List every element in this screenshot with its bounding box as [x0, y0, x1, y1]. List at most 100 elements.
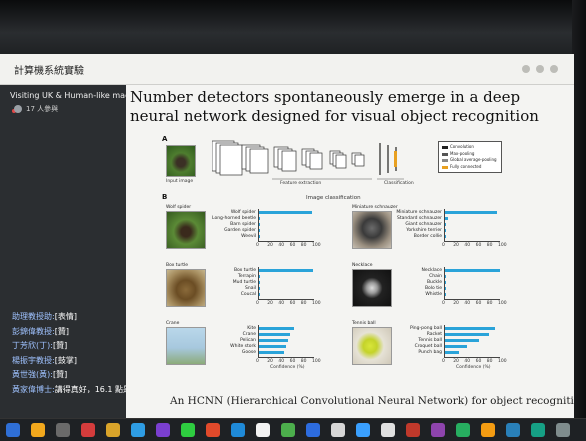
- minimize-button[interactable]: [522, 65, 530, 73]
- taskbar-app-icon[interactable]: [331, 423, 345, 437]
- bar-label: Pelican: [240, 337, 256, 343]
- image-caption: Miniature schnauzer: [352, 205, 398, 210]
- x-tick-label: 0: [442, 359, 445, 364]
- bar-label: Yorkshire terrier: [406, 227, 442, 233]
- taskbar-app-icon[interactable]: [31, 423, 45, 437]
- taskbar-app-icon[interactable]: [556, 423, 570, 437]
- legend: Convolution Max-pooling Global average-poo…: [438, 141, 502, 173]
- bar-label: Miniature schnauzer: [396, 209, 442, 215]
- monitor-bezel-top: [0, 0, 586, 60]
- meeting-panel: Visiting UK & Human-like machine learnin…: [0, 85, 126, 422]
- confidence-bar: [259, 229, 260, 232]
- classified-image: [166, 269, 206, 307]
- chat-message: 彭錦偉教授:[贊]: [12, 325, 126, 340]
- taskbar-app-icon[interactable]: [431, 423, 445, 437]
- x-tick-label: 20: [453, 359, 459, 364]
- image-caption: Box turtle: [166, 263, 189, 268]
- bar-label: Wolf spider: [230, 209, 256, 215]
- confidence-bar: [259, 351, 284, 354]
- confidence-bar: [259, 223, 260, 226]
- taskbar-app-icon[interactable]: [481, 423, 495, 437]
- taskbar-app-icon[interactable]: [231, 423, 245, 437]
- taskbar-app-icon[interactable]: [206, 423, 220, 437]
- presentation-slide: Number detectors spontaneously emerge in…: [126, 85, 574, 422]
- x-tick-label: 100: [312, 243, 321, 248]
- attendee-count[interactable]: 17 人參與: [14, 104, 58, 114]
- x-tick-label: 20: [267, 301, 273, 306]
- x-tick-label: 60: [475, 359, 482, 364]
- chat-text: 講得真好，16.1 點是甚麼的: [54, 384, 126, 394]
- taskbar-app-icon[interactable]: [106, 423, 120, 437]
- x-tick-label: 80: [300, 243, 307, 248]
- x-tick-label: 40: [278, 301, 285, 306]
- chat-user[interactable]: 黃家偉博士: [12, 385, 52, 394]
- bar-label: Standard schnauzer: [396, 215, 442, 221]
- confidence-bar: [445, 345, 468, 348]
- x-tick-label: 40: [278, 359, 285, 364]
- legend-entry: Fully connected: [450, 163, 482, 169]
- x-tick-label: 100: [498, 301, 507, 306]
- bar-label: Long-horned beetle: [212, 215, 256, 221]
- x-axis: [258, 357, 314, 358]
- confidence-bar: [259, 211, 313, 214]
- chat-user[interactable]: 丁芳欣(丁): [12, 341, 50, 350]
- taskbar-app-icon[interactable]: [306, 423, 320, 437]
- close-button[interactable]: [550, 65, 558, 73]
- bar-label: Barn spider: [230, 221, 256, 227]
- bar-label: Necklace: [421, 267, 442, 273]
- taskbar-app-icon[interactable]: [456, 423, 470, 437]
- x-tick-label: 100: [312, 301, 321, 306]
- chat-user[interactable]: 黃世強(黃): [12, 370, 50, 379]
- chat-user[interactable]: 助理教授助: [12, 312, 52, 321]
- x-tick-label: 20: [453, 301, 459, 306]
- chat-list: 助理教授助:[表情] 彭錦偉教授:[贊] 丁芳欣(丁):[贊] 楊振宇教授:[鼓掌] 黃…: [12, 310, 126, 397]
- confidence-bar: [445, 281, 446, 284]
- bar-label: Buckle: [426, 279, 442, 285]
- legend-swatch: [442, 159, 448, 162]
- bar-label: Goose: [241, 349, 256, 355]
- meeting-name: Visiting UK & Human-like machine learnin: [10, 91, 126, 100]
- x-tick-label: 100: [498, 359, 507, 364]
- taskbar-app-icon[interactable]: [531, 423, 545, 437]
- taskbar-app-icon[interactable]: [81, 423, 95, 437]
- x-tick-label: 20: [453, 243, 459, 248]
- x-tick-label: 60: [475, 243, 482, 248]
- x-axis: [258, 299, 314, 300]
- chat-message: 丁芳欣(丁):[贊]: [12, 339, 126, 354]
- taskbar-app-icon[interactable]: [131, 423, 145, 437]
- confidence-bar: [445, 235, 446, 238]
- taskbar-app-icon[interactable]: [6, 423, 20, 437]
- window-title-bar: 計算機系統實驗: [0, 54, 574, 85]
- taskbar-app-icon[interactable]: [256, 423, 270, 437]
- confidence-bar: [445, 229, 446, 232]
- taskbar-app-icon[interactable]: [281, 423, 295, 437]
- taskbar-app-icon[interactable]: [56, 423, 70, 437]
- legend-entry: Convolution: [450, 144, 474, 149]
- network-diagram: [212, 140, 404, 180]
- taskbar-app-icon[interactable]: [181, 423, 195, 437]
- confidence-bar: [259, 345, 286, 348]
- chat-user[interactable]: 楊振宇教授: [12, 356, 52, 365]
- x-tick-label: 60: [289, 359, 296, 364]
- chat-user[interactable]: 彭錦偉教授: [12, 327, 52, 336]
- taskbar-app-icon[interactable]: [356, 423, 370, 437]
- taskbar-app-icon[interactable]: [406, 423, 420, 437]
- x-axis: [444, 299, 500, 300]
- chat-text: [贊]: [52, 370, 68, 379]
- taskbar-app-icon[interactable]: [506, 423, 520, 437]
- classified-image: [352, 269, 392, 307]
- chat-message: 楊振宇教授:[鼓掌]: [12, 354, 126, 369]
- taskbar-app-icon[interactable]: [156, 423, 170, 437]
- x-tick-label: 100: [498, 243, 507, 248]
- x-tick-label: 100: [312, 359, 321, 364]
- confidence-bar: [259, 217, 261, 220]
- chat-message: 黃世強(黃):[贊]: [12, 368, 126, 383]
- confidence-bar: [445, 217, 449, 220]
- input-image: [166, 145, 196, 177]
- section-caption: Image classification: [306, 195, 361, 201]
- maximize-button[interactable]: [536, 65, 544, 73]
- confidence-bar: [445, 333, 489, 336]
- bar-label: Coucal: [240, 291, 256, 297]
- taskbar-app-icon[interactable]: [381, 423, 395, 437]
- chat-text: [表情]: [54, 312, 77, 321]
